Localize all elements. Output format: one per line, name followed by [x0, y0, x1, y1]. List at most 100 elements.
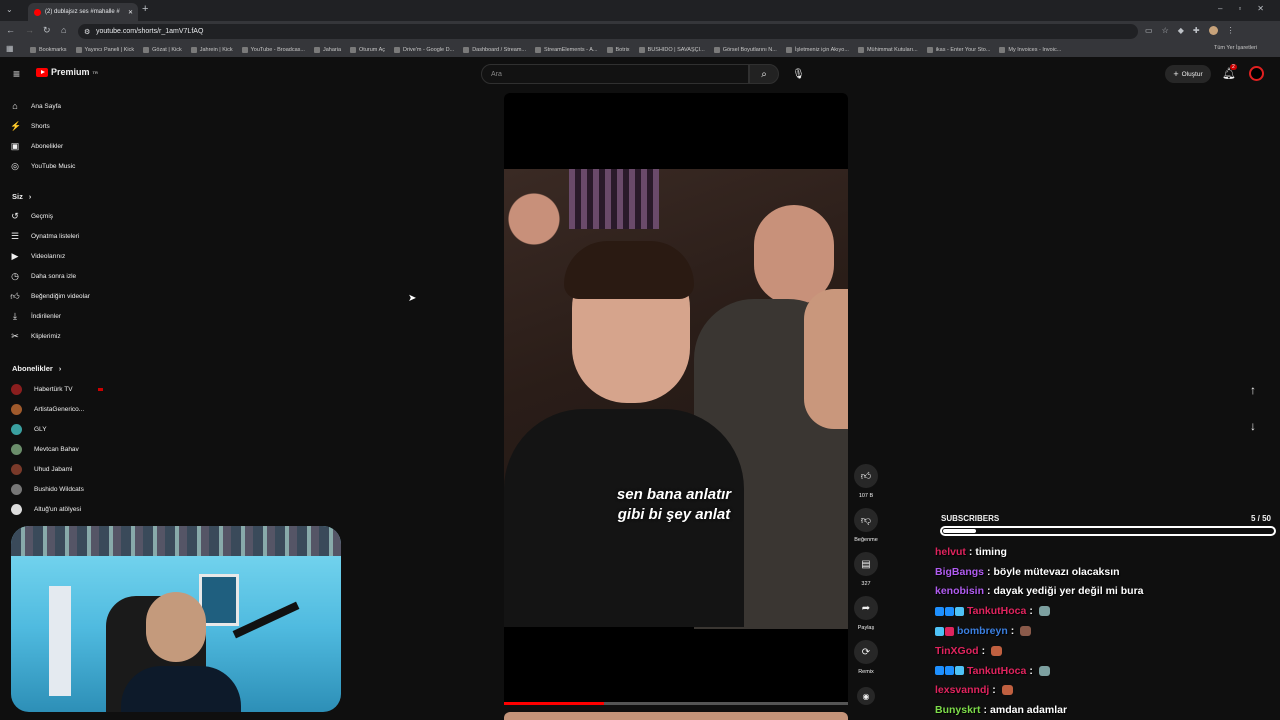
bookmark-item[interactable]: BUSHIDO | SAVAŞÇI... — [638, 46, 705, 53]
home-browser-icon[interactable]: ⌂ — [61, 25, 66, 35]
bookmark-item[interactable]: Görsel Boyutlarını N... — [713, 46, 777, 53]
sidebar-item-label: Oynatma listeleri — [31, 232, 80, 240]
back-icon[interactable]: ← — [6, 25, 15, 35]
bookmark-item[interactable]: YouTube - Broadcas... — [241, 46, 305, 53]
sidebar-item-home[interactable]: ⌂ Ana Sayfa — [10, 97, 110, 115]
sidebar-subscription-item[interactable]: ArtistaGenerico... — [11, 400, 111, 418]
dislike-button[interactable]: 👎︎ Beğenme — [851, 508, 881, 543]
bookmark-item[interactable]: StreamElements - A... — [535, 46, 598, 53]
sidebar-item-label: YouTube Music — [31, 162, 76, 170]
channel-name: Bushido Wildcats — [34, 485, 84, 493]
browser-menu-icon[interactable]: ⋮ — [1227, 26, 1235, 35]
sidebar-you-header[interactable]: Siz › — [12, 192, 31, 201]
bookmark-item[interactable]: Yayıncı Paneli | Kick — [75, 46, 134, 53]
sidebar-item-download[interactable]: ⤓ İndirilenler — [10, 307, 110, 325]
bookmark-favicon-icon — [785, 46, 792, 53]
sidebar-item-playlist[interactable]: ☰ Oynatma listeleri — [10, 227, 110, 245]
sidebar-subscription-item[interactable]: Mevtcan Bahav — [11, 440, 111, 458]
profile-icon[interactable] — [1208, 26, 1218, 35]
like-button[interactable]: 👍︎ 107 B — [851, 464, 881, 499]
bookmark-item[interactable]: ikas - Enter Your Sto... — [926, 46, 990, 53]
more-actions[interactable]: ◉ — [851, 687, 881, 705]
browser-tab[interactable]: (2) dublajsız ses #mahalle # ✕ — [28, 3, 138, 21]
sidebar-item-your-videos[interactable]: ▶ Videolarınız — [10, 247, 110, 265]
search-input[interactable]: Ara — [481, 64, 749, 84]
sidebar-subscription-item[interactable]: Bushido Wildcats — [11, 480, 111, 498]
sidebar-item-subscriptions[interactable]: ▣ Abonelikler — [10, 137, 110, 155]
comment-button[interactable]: ▤ 327 — [851, 552, 881, 587]
short-video-player[interactable]: sen bana anlatır gibi bi şey anlat — [504, 93, 848, 705]
avatar[interactable] — [1249, 66, 1264, 81]
tab-close-icon[interactable]: ✕ — [128, 9, 133, 16]
all-bookmarks[interactable]: Tüm Yer İşaretleri — [1214, 45, 1257, 51]
bookmark-item[interactable]: Dashboard / Stream... — [463, 46, 526, 53]
address-bar[interactable]: ⚙ youtube.com/shorts/r_1amV7LfAQ — [78, 24, 1138, 39]
voice-search-icon[interactable]: 🎙 — [790, 66, 807, 83]
shorts-icon: ⚡ — [10, 120, 22, 131]
extension-icon[interactable]: ◆ — [1178, 26, 1184, 35]
bookmark-item[interactable]: Gözat | Kick — [143, 46, 182, 53]
bookmark-item[interactable]: Mühimmat Kutuları... — [857, 46, 918, 53]
bookmark-item[interactable]: Bookmarks — [30, 46, 67, 53]
create-button[interactable]: + Oluştur — [1165, 65, 1211, 83]
youtube-logo[interactable]: Premium TR — [36, 67, 98, 77]
tab-search-icon[interactable]: ⌄ — [6, 5, 13, 14]
dislike-icon: 👎︎ — [854, 508, 878, 532]
sidebar-subscription-item[interactable]: GLY — [11, 420, 111, 438]
new-tab-icon[interactable]: + — [142, 3, 148, 15]
bookmark-favicon-icon — [535, 46, 541, 53]
reload-icon[interactable]: ↻ — [43, 25, 51, 36]
chat-message: TinXGod: — [935, 641, 1275, 661]
cast-icon[interactable]: ▭ — [1145, 26, 1153, 35]
sidebar-subscription-item[interactable]: Habertürk TV — [11, 380, 111, 398]
remix-button[interactable]: ⟳ Remix — [851, 640, 881, 675]
chat-message: Bunyskrt: amdan adamlar — [935, 700, 1275, 720]
bookmark-item[interactable]: Oturum Aç — [350, 46, 385, 53]
channel-avatar — [11, 403, 22, 415]
maximize-icon[interactable]: ▫ — [1238, 4, 1241, 13]
chat-username: TankutHoca — [967, 605, 1027, 618]
plus-icon: + — [1173, 69, 1179, 79]
action-label: 107 B — [858, 493, 874, 499]
microphone-arm — [232, 601, 300, 639]
bookmark-item[interactable]: Jaharia — [313, 46, 342, 53]
sidebar-item-music[interactable]: ◎ YouTube Music — [10, 157, 110, 175]
sidebar-item-liked[interactable]: 👍︎ Beğendiğim videolar — [10, 287, 110, 305]
search-button[interactable]: ⌕ — [749, 64, 779, 84]
forward-icon[interactable]: → — [25, 25, 34, 35]
youtube-play-logo-icon — [36, 67, 48, 77]
previous-short-button[interactable]: ↑ — [1243, 380, 1263, 400]
create-label: Oluştur — [1181, 70, 1203, 78]
bookmark-item[interactable]: İşletmeniz için Akıyo... — [785, 46, 849, 53]
sidebar-subscription-item[interactable]: Uhud Jabami — [11, 460, 111, 478]
sidebar-subscription-item[interactable]: Altuğ'un atölyesi — [11, 500, 111, 518]
sidebar-item-history[interactable]: ↺ Geçmiş — [10, 207, 110, 225]
next-short-preview[interactable] — [504, 712, 848, 720]
sidebar-subscriptions-header[interactable]: Abonelikler › — [12, 364, 61, 373]
site-info-icon[interactable]: ⚙ — [84, 28, 90, 36]
close-window-icon[interactable]: ✕ — [1257, 4, 1264, 13]
bookmark-favicon-icon — [350, 46, 357, 53]
chat-message: kenobisin: dayak yediği yer değil mi bura — [935, 582, 1275, 602]
bookmark-item[interactable]: My Invoices - Invoic... — [999, 46, 1061, 53]
streamer-head — [146, 592, 206, 662]
hamburger-menu-icon[interactable]: ≡ — [13, 67, 20, 81]
bookmark-item[interactable]: Botrix — [606, 46, 630, 53]
sidebar-item-label: Abonelikler — [31, 142, 64, 150]
next-short-button[interactable]: ↓ — [1243, 416, 1263, 436]
sidebar-item-clips[interactable]: ✂ Kliplerimiz — [10, 327, 110, 345]
sidebar-item-watch-later[interactable]: ◷ Daha sonra izle — [10, 267, 110, 285]
share-button[interactable]: ➦ Paylaş — [851, 596, 881, 631]
bookmark-item[interactable]: Drive'm - Google D... — [394, 46, 454, 53]
chat-separator: : — [1029, 664, 1033, 677]
apps-grid-icon[interactable]: ▦ — [6, 44, 14, 53]
bookmark-item[interactable]: Jahrein | Kick — [190, 46, 233, 53]
chevron-right-icon: › — [58, 366, 62, 373]
bookmark-label: Jaharia — [322, 46, 342, 53]
subs-count: 5 — [1250, 514, 1256, 523]
subs-goal-target: / 50 — [1257, 514, 1271, 523]
minimize-icon[interactable]: – — [1218, 4, 1222, 13]
sidebar-item-shorts[interactable]: ⚡ Shorts — [10, 117, 110, 135]
extensions-puzzle-icon[interactable]: ✚ — [1193, 26, 1200, 35]
bookmark-star-icon[interactable]: ☆ — [1162, 26, 1169, 35]
